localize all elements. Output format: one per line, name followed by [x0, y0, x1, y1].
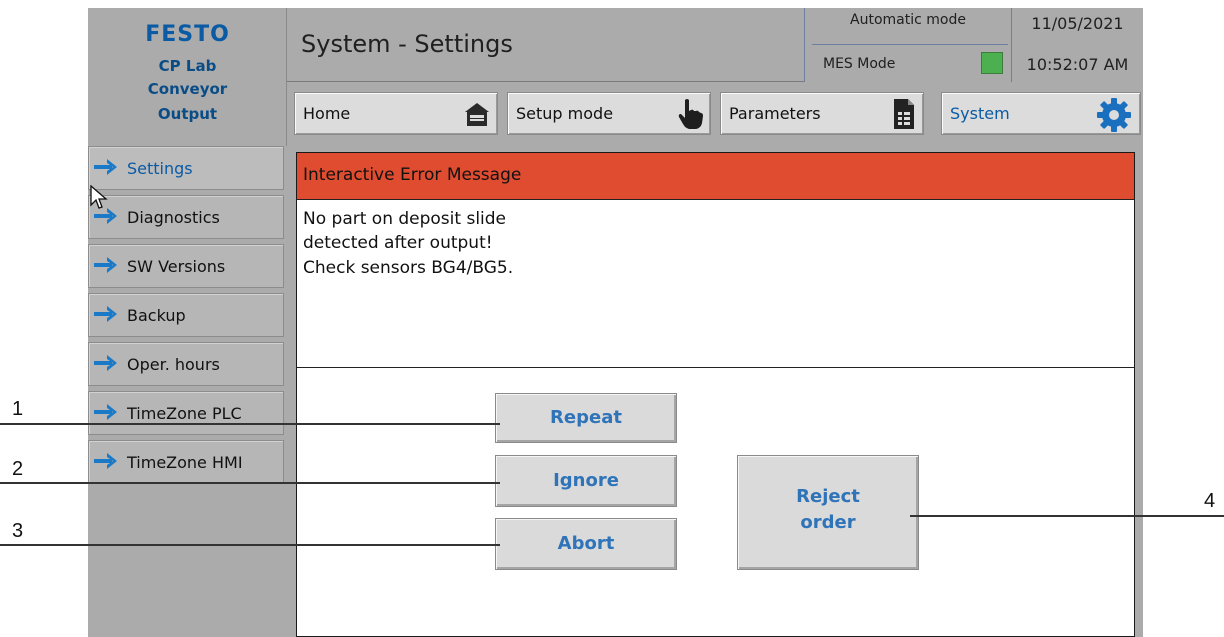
callout-2-line: [0, 482, 500, 484]
parameters-button[interactable]: Parameters: [720, 92, 924, 135]
callout-2-label: 2: [12, 458, 24, 480]
station-info: FESTO CP Lab Conveyor Output: [88, 8, 287, 146]
abort-button[interactable]: Abort: [495, 518, 677, 570]
sidebar-item-timezone-plc[interactable]: TimeZone PLC: [88, 391, 284, 435]
home-button[interactable]: Home: [294, 92, 498, 135]
parameters-button-label: Parameters: [729, 104, 821, 123]
mes-mode-label: MES Mode: [823, 56, 896, 72]
error-line-2: detected after output!: [303, 233, 493, 253]
home-icon: [465, 103, 489, 126]
sidebar-item-label: TimeZone HMI: [127, 453, 243, 472]
mouse-cursor-icon: [90, 185, 108, 209]
arrow-right-icon: [94, 257, 117, 273]
error-line-1: No part on deposit slide: [303, 209, 507, 229]
setup-mode-button-label: Setup mode: [516, 104, 614, 123]
system-button[interactable]: System: [941, 92, 1141, 135]
sidebar-item-label: Backup: [127, 306, 186, 325]
error-line-3: Check sensors BG4/BG5.: [303, 258, 514, 278]
arrow-right-icon: [94, 404, 117, 420]
figure: FESTO CP Lab Conveyor Output System - Se…: [0, 0, 1224, 637]
sidebar-item-label: TimeZone PLC: [127, 404, 242, 423]
setup-mode-button[interactable]: Setup mode: [507, 92, 711, 135]
title-area: System - Settings: [287, 8, 804, 82]
sidebar-item-label: Diagnostics: [127, 208, 220, 227]
callout-1-label: 1: [12, 398, 24, 420]
reject-order-line-2: order: [800, 512, 856, 533]
reject-order-line-1: Reject: [796, 486, 860, 507]
sidebar-item-oper-hours[interactable]: Oper. hours: [88, 342, 284, 386]
error-message: No part on deposit slide detected after …: [297, 200, 1134, 368]
hand-pointer-icon: [678, 99, 703, 129]
arrow-right-icon: [94, 355, 117, 371]
callout-3-label: 3: [12, 520, 24, 542]
automatic-mode-label: Automatic mode: [850, 12, 966, 28]
system-button-label: System: [950, 104, 1010, 123]
callout-3-line: [0, 544, 500, 546]
gear-icon: [1097, 98, 1131, 132]
error-title: Interactive Error Message: [303, 165, 522, 185]
home-button-label: Home: [303, 104, 351, 123]
arrow-right-icon: [94, 453, 117, 469]
mes-status-indicator: [981, 52, 1003, 74]
sidebar-item-label: Settings: [127, 159, 193, 178]
station-line-2: Conveyor: [147, 80, 228, 98]
arrow-right-icon: [94, 159, 117, 175]
reject-order-button[interactable]: Reject order: [737, 455, 919, 570]
station-line-3: Output: [157, 105, 218, 123]
page-title: System - Settings: [301, 30, 513, 58]
repeat-button[interactable]: Repeat: [495, 393, 677, 443]
sidebar-item-settings[interactable]: Settings: [88, 146, 284, 190]
sidebar-item-diagnostics[interactable]: Diagnostics: [88, 195, 284, 239]
arrow-right-icon: [94, 306, 117, 322]
sidebar-item-label: Oper. hours: [127, 355, 220, 374]
error-header: Interactive Error Message: [297, 153, 1134, 200]
error-dialog: Interactive Error Message No part on dep…: [296, 152, 1135, 637]
sidebar-item-backup[interactable]: Backup: [88, 293, 284, 337]
callout-4-line: [910, 515, 1224, 517]
date-display: 11/05/2021: [1031, 14, 1124, 33]
hmi-screen: FESTO CP Lab Conveyor Output System - Se…: [88, 8, 1143, 637]
callout-4-label: 4: [1204, 490, 1216, 512]
time-display: 10:52:07 AM: [1026, 55, 1129, 74]
document-icon: [894, 99, 914, 129]
ignore-button[interactable]: Ignore: [495, 455, 677, 507]
sidebar-item-timezone-hmi[interactable]: TimeZone HMI: [88, 440, 284, 484]
station-line-1: CP Lab: [158, 57, 217, 75]
festo-logo: FESTO: [145, 22, 230, 47]
sidebar-item-sw-versions[interactable]: SW Versions: [88, 244, 284, 288]
callout-1-line: [0, 423, 500, 425]
divider: [812, 44, 1008, 45]
sidebar-item-label: SW Versions: [127, 257, 226, 276]
